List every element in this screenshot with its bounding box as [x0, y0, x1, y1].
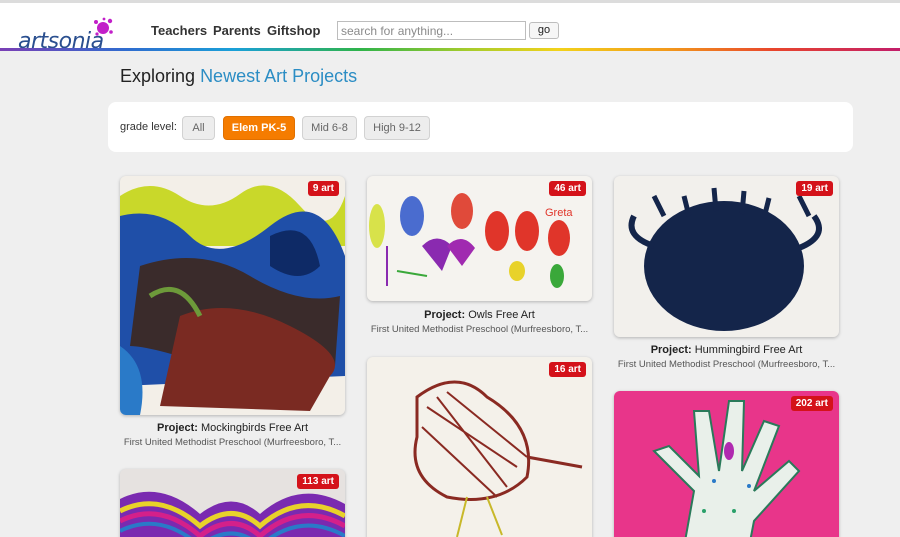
project-title[interactable]: Project: Hummingbird Free Art: [614, 344, 839, 356]
art-count-badge: 113 art: [297, 474, 339, 489]
project-title[interactable]: Project: Owls Free Art: [367, 309, 592, 321]
rainbow-divider: [0, 48, 900, 51]
art-count-badge: 202 art: [790, 396, 833, 411]
grade-filter-all[interactable]: All: [182, 116, 215, 140]
nav-parents[interactable]: Parents: [213, 23, 261, 38]
page-title-prefix: Exploring: [120, 66, 196, 86]
project-school: First United Methodist Preschool (Murfre…: [123, 437, 342, 448]
go-button[interactable]: go: [529, 22, 559, 39]
nav-giftshop[interactable]: Giftshop: [267, 23, 320, 38]
grade-filter-high[interactable]: High 9-12: [364, 116, 430, 140]
project-title-text: Mockingbirds Free Art: [201, 422, 308, 434]
project-title-prefix: Project:: [650, 344, 692, 356]
artwork-image: [120, 176, 345, 415]
project-card-6[interactable]: 202 art: [614, 391, 839, 537]
grade-filter-mid[interactable]: Mid 6-8: [302, 116, 357, 140]
top-bar: artsonia Teachers Parents Giftshop go: [0, 0, 900, 54]
project-card-4[interactable]: 113 art: [120, 469, 345, 537]
svg-text:Greta: Greta: [545, 207, 573, 219]
project-card-mockingbirds[interactable]: 9 art: [120, 176, 345, 415]
art-count-badge: 9 art: [307, 181, 339, 196]
project-school: First United Methodist Preschool (Murfre…: [617, 359, 836, 370]
grade-filter-elem[interactable]: Elem PK-5: [223, 116, 295, 140]
project-card-owls[interactable]: Greta 46 art: [367, 176, 592, 301]
project-title-prefix: Project:: [156, 422, 198, 434]
nav-teachers[interactable]: Teachers: [151, 23, 207, 38]
artwork-image: [367, 357, 592, 537]
grade-level-label: grade level:: [120, 121, 177, 133]
page-title: Exploring Newest Art Projects: [120, 66, 357, 87]
project-title[interactable]: Project: Mockingbirds Free Art: [120, 422, 345, 434]
art-count-badge: 46 art: [549, 181, 586, 196]
project-card-hummingbird[interactable]: 19 art: [614, 176, 839, 337]
project-title-prefix: Project:: [424, 309, 466, 321]
artwork-image: [614, 391, 839, 537]
page-title-accent: Newest Art Projects: [200, 66, 358, 86]
project-card-5[interactable]: 16 art: [367, 357, 592, 537]
project-title-text: Hummingbird Free Art: [694, 344, 803, 356]
project-school: First United Methodist Preschool (Murfre…: [370, 324, 589, 335]
project-title-text: Owls Free Art: [468, 309, 535, 321]
search-input[interactable]: [337, 21, 526, 40]
grade-filter-bar: grade level: All Elem PK-5 Mid 6-8 High …: [108, 102, 853, 152]
art-count-badge: 16 art: [549, 362, 586, 377]
artwork-image: [614, 176, 839, 337]
art-count-badge: 19 art: [796, 181, 833, 196]
